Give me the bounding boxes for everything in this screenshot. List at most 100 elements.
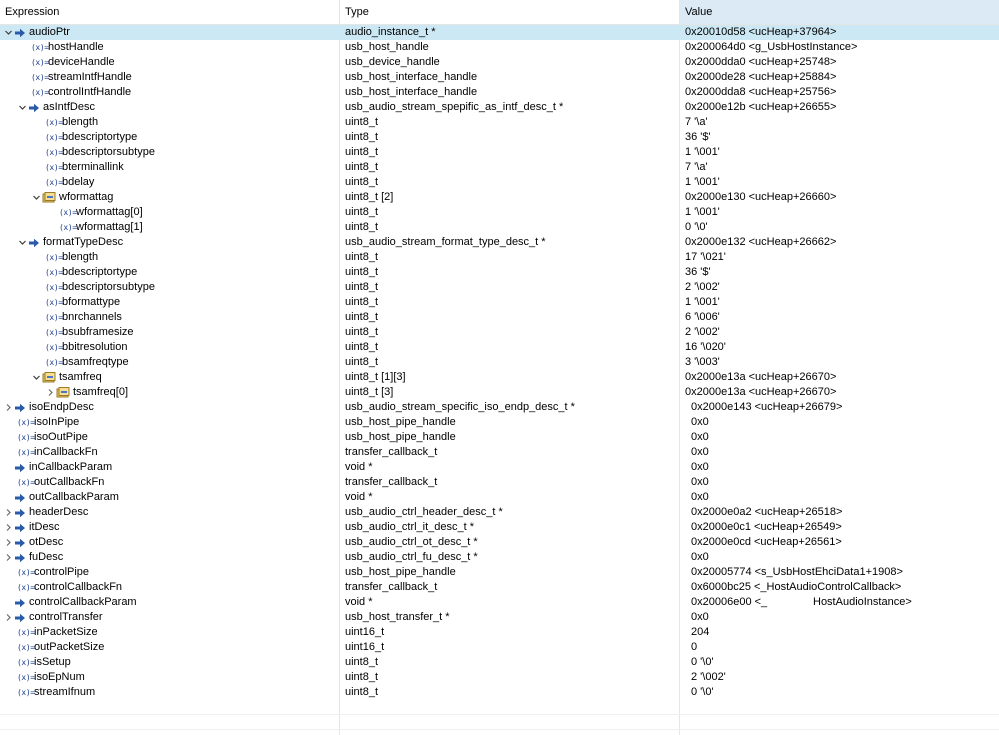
tree-row[interactable]: (x)= inPacketSize uint16_t 204 (0, 625, 999, 640)
tree-row[interactable]: (x)= bdelay uint8_t 1 '\001' (0, 175, 999, 190)
value-cell[interactable]: 0 (691, 640, 999, 655)
value-cell[interactable]: 0x200064d0 <g_UsbHostInstance> (685, 40, 999, 55)
value-cell[interactable]: 0x2000e13a <ucHeap+26670> (685, 370, 999, 385)
value-cell[interactable]: 0 '\0' (685, 220, 999, 235)
chevron-down-icon[interactable] (31, 370, 41, 385)
tree-row[interactable]: audioPtr audio_instance_t * 0x20010d58 <uc… (0, 25, 999, 40)
value-cell[interactable]: 204 (691, 625, 999, 640)
value-cell[interactable]: 0x2000e130 <ucHeap+26660> (685, 190, 999, 205)
tree-row[interactable]: (x)= hostHandle usb_host_handle 0x200064d0 … (0, 40, 999, 55)
chevron-down-icon[interactable] (17, 235, 27, 250)
value-cell[interactable]: 0x6000bc25 <_HostAudioControlCallback> (691, 580, 999, 595)
tree-row[interactable]: (x)= outCallbackFn transfer_callback_t 0x0 (0, 475, 999, 490)
tree-row[interactable]: (x)= bsamfreqtype uint8_t 3 '\003' (0, 355, 999, 370)
chevron-down-icon[interactable] (3, 25, 13, 40)
tree-row[interactable]: (x)= outPacketSize uint16_t 0 (0, 640, 999, 655)
chevron-right-icon[interactable] (45, 385, 55, 400)
tree-row[interactable]: (x)= controlIntfHandle usb_host_interface_… (0, 85, 999, 100)
tree-row[interactable]: wformattag uint8_t [2] 0x2000e130 <ucHeap+… (0, 190, 999, 205)
tree-row[interactable]: controlTransfer usb_host_transfer_t * 0x0 (0, 610, 999, 625)
tree-row[interactable]: fuDesc usb_audio_ctrl_fu_desc_t * 0x0 (0, 550, 999, 565)
value-cell[interactable]: 0x2000e143 <ucHeap+26679> (691, 400, 999, 415)
tree-row[interactable]: (x)= streamIntfHandle usb_host_interface_h… (0, 70, 999, 85)
value-cell[interactable]: 0 '\0' (691, 655, 999, 670)
chevron-right-icon[interactable] (3, 400, 13, 415)
tree-row[interactable]: (x)= controlCallbackFn transfer_callback_t… (0, 580, 999, 595)
value-cell[interactable]: 0x0 (691, 475, 999, 490)
tree-row[interactable]: (x)= isSetup uint8_t 0 '\0' (0, 655, 999, 670)
value-cell[interactable]: 1 '\001' (685, 145, 999, 160)
empty-row[interactable] (0, 715, 999, 730)
value-cell[interactable]: 17 '\021' (685, 250, 999, 265)
tree-row[interactable]: (x)= isoEpNum uint8_t 2 '\002' (0, 670, 999, 685)
tree-row[interactable]: (x)= wformattag[0] uint8_t 1 '\001' (0, 205, 999, 220)
value-cell[interactable]: 7 '\a' (685, 160, 999, 175)
tree-row[interactable]: (x)= bsubframesize uint8_t 2 '\002' (0, 325, 999, 340)
value-cell[interactable]: 1 '\001' (685, 295, 999, 310)
value-cell[interactable]: 36 '$' (685, 130, 999, 145)
tree-row[interactable]: controlCallbackParam void * 0x20006e00 <_ … (0, 595, 999, 610)
tree-row[interactable]: (x)= isoInPipe usb_host_pipe_handle 0x0 (0, 415, 999, 430)
type-column-header[interactable]: Type (340, 0, 680, 24)
chevron-right-icon[interactable] (3, 610, 13, 625)
tree-row[interactable]: headerDesc usb_audio_ctrl_header_desc_t *… (0, 505, 999, 520)
tree-row[interactable]: (x)= bdescriptorsubtype uint8_t 2 '\002' (0, 280, 999, 295)
tree-row[interactable]: (x)= bdescriptortype uint8_t 36 '$' (0, 265, 999, 280)
tree-row[interactable]: (x)= bdescriptortype uint8_t 36 '$' (0, 130, 999, 145)
chevron-right-icon[interactable] (3, 550, 13, 565)
value-cell[interactable]: 0x2000dda8 <ucHeap+25756> (685, 85, 999, 100)
value-column-header[interactable]: Value (680, 0, 999, 24)
value-cell[interactable]: 0x0 (691, 445, 999, 460)
chevron-right-icon[interactable] (3, 520, 13, 535)
tree-row[interactable]: (x)= bformattype uint8_t 1 '\001' (0, 295, 999, 310)
chevron-down-icon[interactable] (17, 100, 27, 115)
tree-row[interactable]: (x)= deviceHandle usb_device_handle 0x2000d… (0, 55, 999, 70)
tree-row[interactable]: tsamfreq[0] uint8_t [3] 0x2000e13a <ucHeap… (0, 385, 999, 400)
chevron-right-icon[interactable] (3, 535, 13, 550)
value-cell[interactable]: 0x2000de28 <ucHeap+25884> (685, 70, 999, 85)
chevron-down-icon[interactable] (31, 190, 41, 205)
value-cell[interactable]: 0x0 (691, 415, 999, 430)
tree-row[interactable]: itDesc usb_audio_ctrl_it_desc_t * 0x2000e0… (0, 520, 999, 535)
value-cell[interactable]: 0x2000e0cd <ucHeap+26561> (691, 535, 999, 550)
tree-row[interactable]: (x)= bterminallink uint8_t 7 '\a' (0, 160, 999, 175)
value-cell[interactable]: 0x20006e00 <_ HostAudioInstance> (691, 595, 999, 610)
expression-column-header[interactable]: Expression (0, 0, 340, 24)
value-cell[interactable]: 3 '\003' (685, 355, 999, 370)
value-cell[interactable]: 0x2000e132 <ucHeap+26662> (685, 235, 999, 250)
tree-row[interactable]: formatTypeDesc usb_audio_stream_format_ty… (0, 235, 999, 250)
tree-row[interactable]: (x)= blength uint8_t 17 '\021' (0, 250, 999, 265)
value-cell[interactable]: 0x2000e13a <ucHeap+26670> (685, 385, 999, 400)
chevron-right-icon[interactable] (3, 505, 13, 520)
value-cell[interactable]: 16 '\020' (685, 340, 999, 355)
value-cell[interactable]: 1 '\001' (685, 175, 999, 190)
value-cell[interactable]: 0x2000e12b <ucHeap+26655> (685, 100, 999, 115)
tree-row[interactable]: inCallbackParam void * 0x0 (0, 460, 999, 475)
value-cell[interactable]: 1 '\001' (685, 205, 999, 220)
tree-row[interactable]: outCallbackParam void * 0x0 (0, 490, 999, 505)
tree-row[interactable]: (x)= bbitresolution uint8_t 16 '\020' (0, 340, 999, 355)
tree-row[interactable]: (x)= bnrchannels uint8_t 6 '\006' (0, 310, 999, 325)
value-cell[interactable]: 36 '$' (685, 265, 999, 280)
empty-row[interactable] (0, 700, 999, 715)
value-cell[interactable]: 0x0 (691, 490, 999, 505)
value-cell[interactable]: 0x2000dda0 <ucHeap+25748> (685, 55, 999, 70)
tree-row[interactable]: otDesc usb_audio_ctrl_ot_desc_t * 0x2000e0… (0, 535, 999, 550)
value-cell[interactable]: 6 '\006' (685, 310, 999, 325)
value-cell[interactable]: 0x0 (691, 430, 999, 445)
value-cell[interactable]: 2 '\002' (685, 325, 999, 340)
value-cell[interactable]: 0 '\0' (691, 685, 999, 700)
value-cell[interactable]: 0x0 (691, 460, 999, 475)
value-cell[interactable]: 0x2000e0a2 <ucHeap+26518> (691, 505, 999, 520)
value-cell[interactable]: 0x20010d58 <ucHeap+37964> (685, 25, 999, 40)
tree-row[interactable]: (x)= isoOutPipe usb_host_pipe_handle 0x0 (0, 430, 999, 445)
tree-row[interactable]: (x)= wformattag[1] uint8_t 0 '\0' (0, 220, 999, 235)
tree-row[interactable]: tsamfreq uint8_t [1][3] 0x2000e13a <ucHeap… (0, 370, 999, 385)
value-cell[interactable]: 0x0 (691, 610, 999, 625)
tree-row[interactable]: (x)= streamIfnum uint8_t 0 '\0' (0, 685, 999, 700)
tree-row[interactable]: (x)= controlPipe usb_host_pipe_handle 0x200… (0, 565, 999, 580)
value-cell[interactable]: 0x20005774 <s_UsbHostEhciData1+1908> (691, 565, 999, 580)
tree-row[interactable]: (x)= inCallbackFn transfer_callback_t 0x0 (0, 445, 999, 460)
value-cell[interactable]: 0x0 (691, 550, 999, 565)
tree-row[interactable]: (x)= bdescriptorsubtype uint8_t 1 '\001' (0, 145, 999, 160)
